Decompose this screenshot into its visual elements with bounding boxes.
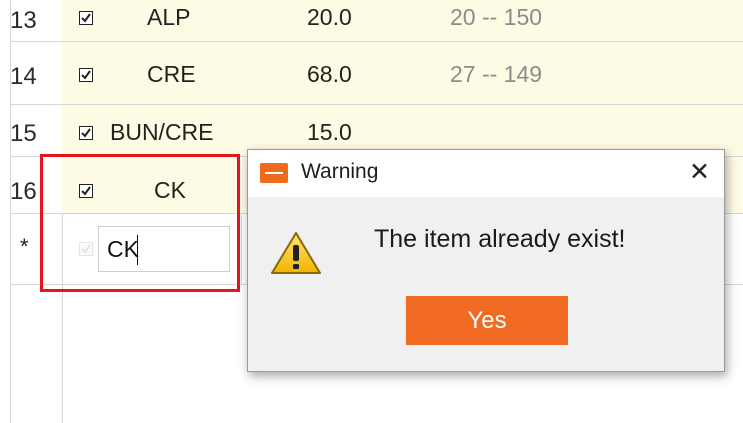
- reference-range: 27 -- 149: [450, 61, 543, 87]
- item-name[interactable]: ALP: [147, 4, 190, 31]
- warning-dialog: Warning ✕ The item already exist! Yes: [247, 149, 725, 372]
- row-checkbox[interactable]: [79, 11, 93, 25]
- warning-icon: [271, 232, 321, 274]
- item-value[interactable]: 68.0: [307, 61, 352, 88]
- new-row-marker: *: [20, 234, 29, 259]
- highlight-annotation: [40, 154, 240, 292]
- row-checkbox[interactable]: [79, 126, 93, 140]
- row-number: 14: [10, 63, 37, 90]
- row-checkbox[interactable]: [79, 68, 93, 82]
- yes-button[interactable]: Yes: [406, 296, 568, 345]
- dialog-title: Warning: [301, 160, 379, 183]
- row-number: 15: [10, 120, 37, 147]
- app-icon: [260, 163, 288, 183]
- item-value[interactable]: 20.0: [307, 4, 352, 31]
- reference-range: 20 -- 150: [450, 4, 543, 30]
- dialog-message: The item already exist!: [374, 225, 626, 253]
- item-name[interactable]: BUN/CRE: [110, 119, 214, 146]
- dialog-titlebar[interactable]: Warning ✕: [248, 150, 724, 197]
- row-number: 13: [10, 7, 37, 34]
- close-icon[interactable]: ✕: [689, 159, 710, 185]
- item-name[interactable]: CRE: [147, 61, 196, 88]
- item-value[interactable]: 15.0: [307, 119, 352, 146]
